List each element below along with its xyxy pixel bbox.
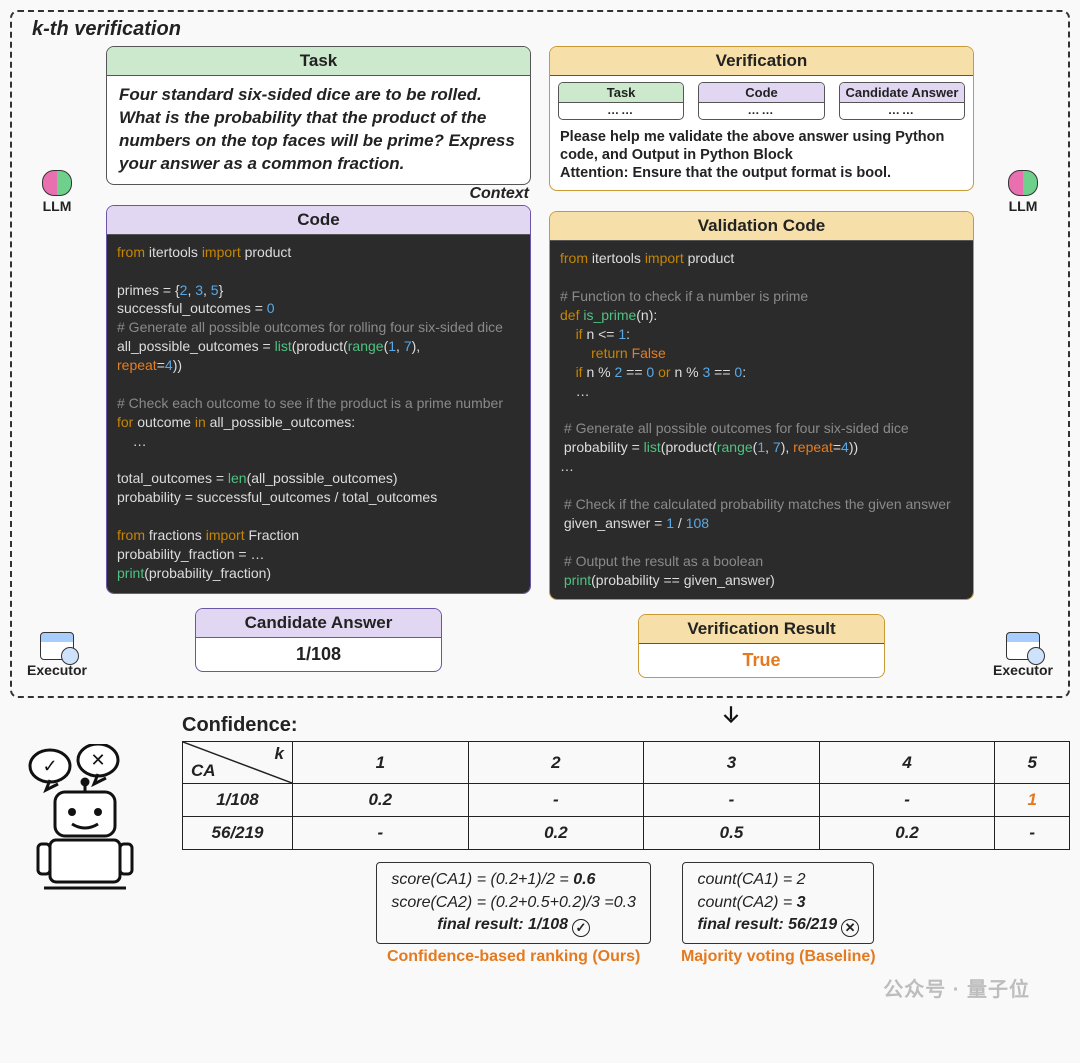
confidence-title: Confidence: (182, 714, 1070, 737)
mini-code-pill: Code …… (698, 82, 824, 120)
conf-cell: - (293, 817, 469, 850)
check-icon: ✓ (572, 919, 590, 937)
conf-cell-highlight: 1 (995, 784, 1070, 817)
mini-task-pill: Task …… (558, 82, 684, 120)
svg-text:✓: ✓ (42, 756, 57, 776)
watermark-text: 公众号 · 量子位 (883, 973, 1030, 1002)
conf-cell: 0.2 (468, 817, 644, 850)
verification-mini-row: Task …… Code …… Candidate Answer …… (550, 76, 973, 124)
brain-icon (1008, 170, 1038, 196)
k-col: 2 (468, 742, 644, 784)
ours-method-label: Confidence-based ranking (Ours) (387, 948, 640, 966)
candidate-value: 1/108 (196, 638, 441, 671)
conf-cell: 0.2 (819, 817, 995, 850)
candidate-head: Candidate Answer (196, 609, 441, 638)
table-row: 1/108 0.2 - - - 1 (183, 784, 1070, 817)
left-column: Task Four standard six-sided dice are to… (106, 46, 531, 678)
ca-cell: 56/219 (183, 817, 293, 850)
brain-icon (42, 170, 72, 196)
right-column: Verification Task …… Code …… Candidate A… (549, 46, 974, 678)
llm-label: LLM (43, 198, 72, 214)
context-label: Context (469, 185, 531, 203)
k-header: k (275, 744, 284, 764)
right-side-column: LLM Executor (992, 46, 1054, 678)
mini-code-head: Code (699, 83, 823, 103)
conf-cell: 0.5 (644, 817, 820, 850)
confidence-column: Confidence: k CA 1 2 3 4 5 1/108 0.2 - (182, 714, 1070, 966)
verification-result-value: True (639, 644, 884, 677)
candidate-card: Candidate Answer 1/108 (195, 608, 442, 672)
conf-cell: 0.2 (293, 784, 469, 817)
ca-header: CA (191, 761, 216, 781)
base-final: final result: 56/219✕ (697, 914, 859, 937)
k-col: 1 (293, 742, 469, 784)
executor-label: Executor (27, 662, 87, 678)
base-line1: count(CA1) = 2 (697, 869, 859, 891)
k-col: 4 (819, 742, 995, 784)
cross-icon: ✕ (841, 919, 859, 937)
kth-verification-box: k-th verification LLM Executor Task Four… (10, 10, 1070, 698)
mini-task-dots: …… (559, 103, 683, 119)
svg-text:✕: ✕ (90, 750, 105, 770)
mini-task-head: Task (559, 83, 683, 103)
ca-cell: 1/108 (183, 784, 293, 817)
k-col: 3 (644, 742, 820, 784)
ours-line1: score(CA1) = (0.2+1)/2 = 0.6 (391, 869, 636, 891)
verification-prompt: Please help me validate the above answer… (550, 124, 973, 190)
verification-result-head: Verification Result (639, 615, 884, 644)
k-col: 5 (995, 742, 1070, 784)
baseline-method-label: Majority voting (Baseline) (681, 948, 876, 966)
mini-code-dots: …… (699, 103, 823, 119)
score-boxes: score(CA1) = (0.2+1)/2 = 0.6 score(CA2) … (182, 862, 1070, 966)
conf-cell: - (468, 784, 644, 817)
base-line2: count(CA2) = count(CA2) = 33 (697, 892, 859, 914)
kth-verification-title: k-th verification (32, 18, 181, 41)
validation-code-card: Validation Code from itertools import pr… (549, 211, 974, 600)
ours-line2: score(CA2) = (0.2+0.5+0.2)/3 =0.3 (391, 892, 636, 914)
confidence-table: k CA 1 2 3 4 5 1/108 0.2 - - - 1 56/219 … (182, 741, 1070, 850)
verification-head: Verification (550, 47, 973, 76)
conf-cell: - (995, 817, 1070, 850)
code-head: Code (107, 206, 530, 235)
table-row: 56/219 - 0.2 0.5 0.2 - (183, 817, 1070, 850)
llm-label: LLM (1009, 198, 1038, 214)
conf-cell: - (644, 784, 820, 817)
verification-card: Verification Task …… Code …… Candidate A… (549, 46, 974, 191)
verification-result-card: Verification Result True (638, 614, 885, 678)
diag-header-cell: k CA (183, 742, 293, 784)
task-head: Task (107, 47, 530, 76)
conf-cell: - (819, 784, 995, 817)
executor-label: Executor (993, 662, 1053, 678)
ours-score-box: score(CA1) = (0.2+1)/2 = 0.6 score(CA2) … (376, 862, 651, 944)
mini-ca-dots: …… (840, 103, 964, 119)
code-card: Code from itertools import product prime… (106, 205, 531, 594)
robot-column: ✓ ✕ (10, 714, 170, 966)
validation-code-head: Validation Code (550, 212, 973, 241)
code-block-right: from itertools import product # Function… (550, 241, 973, 599)
mini-ca-head: Candidate Answer (840, 83, 964, 103)
task-body: Four standard six-sided dice are to be r… (107, 76, 530, 184)
task-card: Task Four standard six-sided dice are to… (106, 46, 531, 185)
mini-ca-pill: Candidate Answer …… (839, 82, 965, 120)
robot-icon: ✓ ✕ (20, 744, 160, 909)
left-side-column: LLM Executor (26, 46, 88, 678)
code-block-left: from itertools import product primes = {… (107, 235, 530, 593)
ours-final: final result: 1/108✓ (391, 914, 636, 937)
executor-icon (1006, 632, 1040, 660)
executor-icon (40, 632, 74, 660)
table-header-row: k CA 1 2 3 4 5 (183, 742, 1070, 784)
baseline-score-box: count(CA1) = 2 count(CA2) = count(CA2) =… (682, 862, 874, 944)
